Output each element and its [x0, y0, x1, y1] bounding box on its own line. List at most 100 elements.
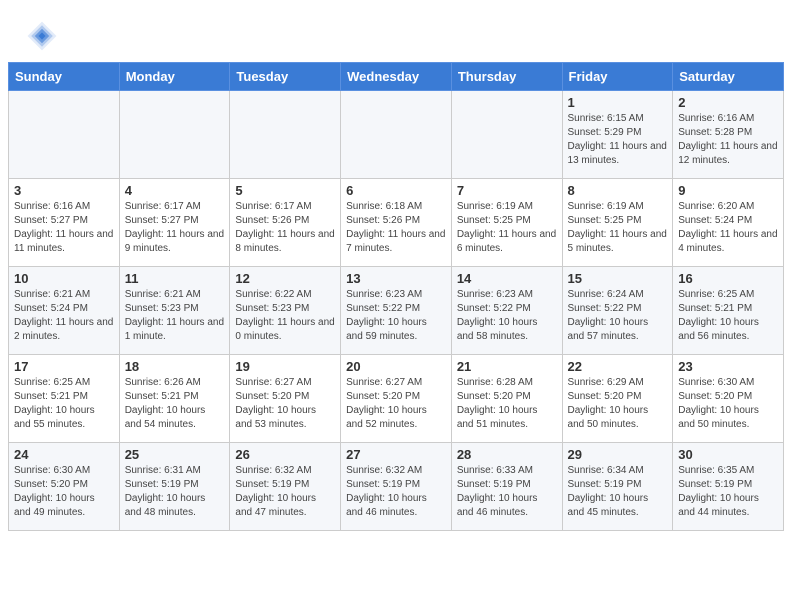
calendar-week-row: 1Sunrise: 6:15 AM Sunset: 5:29 PM Daylig…	[9, 91, 784, 179]
calendar-cell: 29 Sunrise: 6:34 AM Sunset: 5:19 PM Dayli…	[562, 443, 673, 531]
calendar-cell: 12 Sunrise: 6:22 AM Sunset: 5:23 PM Dayli…	[230, 267, 341, 355]
day-info: Sunrise: 6:19 AM Sunset: 5:25 PM Dayligh…	[457, 200, 557, 256]
day-number: 14	[457, 271, 557, 286]
day-number: 12	[235, 271, 335, 286]
day-number: 19	[235, 359, 335, 374]
day-number: 25	[125, 447, 225, 462]
weekday-header-row: SundayMondayTuesdayWednesdayThursdayFrid…	[9, 63, 784, 91]
day-number: 16	[678, 271, 778, 286]
calendar-cell: 21 Sunrise: 6:28 AM Sunset: 5:20 PM Dayli…	[451, 355, 562, 443]
day-number: 5	[235, 183, 335, 198]
day-number: 10	[14, 271, 114, 286]
calendar-week-row: 3 Sunrise: 6:16 AM Sunset: 5:27 PM Daylig…	[9, 179, 784, 267]
day-number: 4	[125, 183, 225, 198]
calendar-cell: 5 Sunrise: 6:17 AM Sunset: 5:26 PM Daylig…	[230, 179, 341, 267]
day-number: 26	[235, 447, 335, 462]
calendar-cell: 16 Sunrise: 6:25 AM Sunset: 5:21 PM Dayli…	[673, 267, 784, 355]
day-info: Sunrise: 6:31 AM Sunset: 5:19 PM Dayligh…	[125, 464, 225, 520]
calendar-header: SundayMondayTuesdayWednesdayThursdayFrid…	[9, 63, 784, 91]
calendar-cell: 6 Sunrise: 6:18 AM Sunset: 5:26 PM Daylig…	[341, 179, 452, 267]
day-number: 7	[457, 183, 557, 198]
weekday-header-sunday: Sunday	[9, 63, 120, 91]
calendar-cell: 27Sunrise: 6:32 AM Sunset: 5:19 PM Dayli…	[341, 443, 452, 531]
day-number: 2	[678, 95, 778, 110]
day-info: Sunrise: 6:20 AM Sunset: 5:24 PM Dayligh…	[678, 200, 778, 256]
calendar-cell	[451, 91, 562, 179]
day-info: Sunrise: 6:27 AM Sunset: 5:20 PM Dayligh…	[346, 376, 446, 432]
day-info: Sunrise: 6:23 AM Sunset: 5:22 PM Dayligh…	[457, 288, 557, 344]
day-info: Sunrise: 6:21 AM Sunset: 5:24 PM Dayligh…	[14, 288, 114, 344]
calendar-cell: 2 Sunrise: 6:16 AM Sunset: 5:28 PM Daylig…	[673, 91, 784, 179]
calendar-cell: 1Sunrise: 6:15 AM Sunset: 5:29 PM Daylig…	[562, 91, 673, 179]
day-number: 17	[14, 359, 114, 374]
calendar-cell: 3 Sunrise: 6:16 AM Sunset: 5:27 PM Daylig…	[9, 179, 120, 267]
day-number: 8	[568, 183, 668, 198]
calendar-cell: 14 Sunrise: 6:23 AM Sunset: 5:22 PM Dayli…	[451, 267, 562, 355]
weekday-header-wednesday: Wednesday	[341, 63, 452, 91]
logo-icon	[24, 18, 60, 54]
day-number: 23	[678, 359, 778, 374]
day-number: 22	[568, 359, 668, 374]
day-number: 30	[678, 447, 778, 462]
calendar-cell: 9Sunrise: 6:20 AM Sunset: 5:24 PM Daylig…	[673, 179, 784, 267]
calendar-cell: 20 Sunrise: 6:27 AM Sunset: 5:20 PM Dayli…	[341, 355, 452, 443]
calendar-cell: 19 Sunrise: 6:27 AM Sunset: 5:20 PM Dayli…	[230, 355, 341, 443]
day-info: Sunrise: 6:25 AM Sunset: 5:21 PM Dayligh…	[14, 376, 114, 432]
day-number: 28	[457, 447, 557, 462]
calendar-cell: 17 Sunrise: 6:25 AM Sunset: 5:21 PM Dayli…	[9, 355, 120, 443]
calendar-week-row: 10 Sunrise: 6:21 AM Sunset: 5:24 PM Dayli…	[9, 267, 784, 355]
day-info: Sunrise: 6:16 AM Sunset: 5:28 PM Dayligh…	[678, 112, 778, 168]
calendar-cell	[341, 91, 452, 179]
calendar-cell: 18Sunrise: 6:26 AM Sunset: 5:21 PM Dayli…	[119, 355, 230, 443]
calendar-cell: 13 Sunrise: 6:23 AM Sunset: 5:22 PM Dayli…	[341, 267, 452, 355]
day-number: 13	[346, 271, 446, 286]
day-info: Sunrise: 6:27 AM Sunset: 5:20 PM Dayligh…	[235, 376, 335, 432]
calendar-week-row: 17 Sunrise: 6:25 AM Sunset: 5:21 PM Dayli…	[9, 355, 784, 443]
day-number: 29	[568, 447, 668, 462]
calendar-cell: 25 Sunrise: 6:31 AM Sunset: 5:19 PM Dayli…	[119, 443, 230, 531]
calendar-cell: 22Sunrise: 6:29 AM Sunset: 5:20 PM Dayli…	[562, 355, 673, 443]
calendar-wrapper: SundayMondayTuesdayWednesdayThursdayFrid…	[0, 62, 792, 539]
day-number: 18	[125, 359, 225, 374]
day-info: Sunrise: 6:24 AM Sunset: 5:22 PM Dayligh…	[568, 288, 668, 344]
calendar-cell: 11Sunrise: 6:21 AM Sunset: 5:23 PM Dayli…	[119, 267, 230, 355]
day-number: 24	[14, 447, 114, 462]
day-info: Sunrise: 6:30 AM Sunset: 5:20 PM Dayligh…	[678, 376, 778, 432]
weekday-header-friday: Friday	[562, 63, 673, 91]
day-info: Sunrise: 6:32 AM Sunset: 5:19 PM Dayligh…	[235, 464, 335, 520]
day-info: Sunrise: 6:17 AM Sunset: 5:27 PM Dayligh…	[125, 200, 225, 256]
day-info: Sunrise: 6:18 AM Sunset: 5:26 PM Dayligh…	[346, 200, 446, 256]
calendar-cell: 10 Sunrise: 6:21 AM Sunset: 5:24 PM Dayli…	[9, 267, 120, 355]
day-info: Sunrise: 6:23 AM Sunset: 5:22 PM Dayligh…	[346, 288, 446, 344]
day-info: Sunrise: 6:34 AM Sunset: 5:19 PM Dayligh…	[568, 464, 668, 520]
calendar-cell: 30 Sunrise: 6:35 AM Sunset: 5:19 PM Dayli…	[673, 443, 784, 531]
day-number: 3	[14, 183, 114, 198]
page-header	[0, 0, 792, 62]
calendar-cell: 7 Sunrise: 6:19 AM Sunset: 5:25 PM Daylig…	[451, 179, 562, 267]
logo	[24, 18, 64, 54]
weekday-header-monday: Monday	[119, 63, 230, 91]
day-info: Sunrise: 6:16 AM Sunset: 5:27 PM Dayligh…	[14, 200, 114, 256]
weekday-header-thursday: Thursday	[451, 63, 562, 91]
calendar-cell: 24 Sunrise: 6:30 AM Sunset: 5:20 PM Dayli…	[9, 443, 120, 531]
day-info: Sunrise: 6:17 AM Sunset: 5:26 PM Dayligh…	[235, 200, 335, 256]
day-number: 20	[346, 359, 446, 374]
day-info: Sunrise: 6:22 AM Sunset: 5:23 PM Dayligh…	[235, 288, 335, 344]
day-number: 21	[457, 359, 557, 374]
calendar-cell: 8Sunrise: 6:19 AM Sunset: 5:25 PM Daylig…	[562, 179, 673, 267]
day-info: Sunrise: 6:25 AM Sunset: 5:21 PM Dayligh…	[678, 288, 778, 344]
day-info: Sunrise: 6:28 AM Sunset: 5:20 PM Dayligh…	[457, 376, 557, 432]
day-info: Sunrise: 6:32 AM Sunset: 5:19 PM Dayligh…	[346, 464, 446, 520]
calendar-cell	[230, 91, 341, 179]
weekday-header-saturday: Saturday	[673, 63, 784, 91]
day-number: 6	[346, 183, 446, 198]
calendar-table: SundayMondayTuesdayWednesdayThursdayFrid…	[8, 62, 784, 531]
calendar-cell: 28Sunrise: 6:33 AM Sunset: 5:19 PM Dayli…	[451, 443, 562, 531]
calendar-cell: 4 Sunrise: 6:17 AM Sunset: 5:27 PM Daylig…	[119, 179, 230, 267]
calendar-cell	[9, 91, 120, 179]
day-info: Sunrise: 6:30 AM Sunset: 5:20 PM Dayligh…	[14, 464, 114, 520]
calendar-body: 1Sunrise: 6:15 AM Sunset: 5:29 PM Daylig…	[9, 91, 784, 531]
day-info: Sunrise: 6:35 AM Sunset: 5:19 PM Dayligh…	[678, 464, 778, 520]
calendar-cell: 15Sunrise: 6:24 AM Sunset: 5:22 PM Dayli…	[562, 267, 673, 355]
calendar-week-row: 24 Sunrise: 6:30 AM Sunset: 5:20 PM Dayli…	[9, 443, 784, 531]
